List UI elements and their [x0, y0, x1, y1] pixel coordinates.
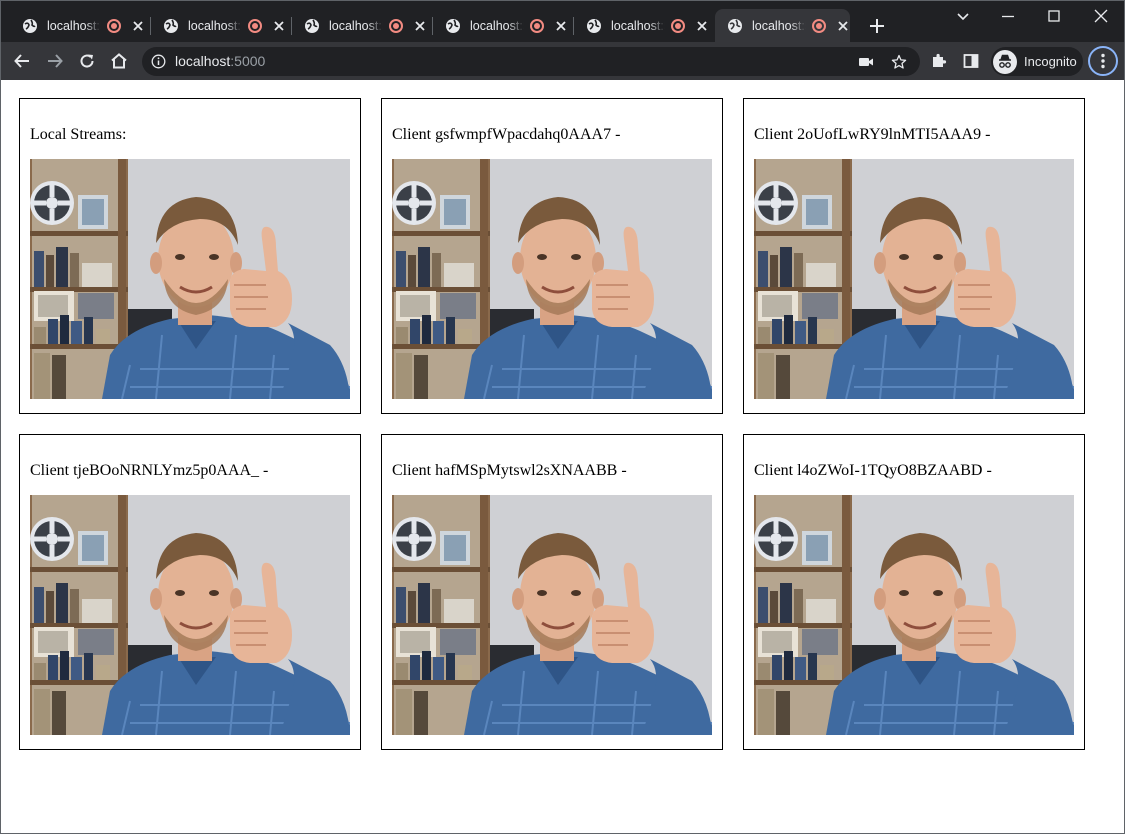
extensions-puzzle-icon[interactable]: [930, 52, 948, 70]
browser-tab[interactable]: localhost:5000: [574, 9, 709, 42]
local-stream-panel: Local Streams:: [19, 98, 361, 414]
webcam-frame-image: [754, 495, 1074, 735]
browser-toolbar: localhost:5000 Incognito: [0, 42, 1125, 80]
globe-icon: [587, 18, 601, 33]
kebab-menu-icon: [1101, 53, 1105, 69]
client-stream-panel: Client l4oZWoI-1TQyO8BZAABD -: [743, 434, 1085, 750]
globe-icon: [446, 18, 460, 33]
incognito-icon: [993, 49, 1017, 74]
reload-icon[interactable]: [78, 52, 96, 70]
tab-title: localhost:5000: [188, 18, 242, 33]
recording-indicator-icon: [389, 18, 403, 33]
tab-title: localhost:5000: [470, 18, 524, 33]
page-viewport: Local Streams: Client gsfwmpfWpacdahq0AA…: [1, 80, 1124, 833]
stream-label: Local Streams:: [30, 126, 127, 143]
tab-title: localhost:5000: [752, 18, 806, 33]
video-stream[interactable]: [392, 495, 712, 735]
url-port: :5000: [230, 53, 266, 69]
browser-menu-button[interactable]: [1088, 46, 1118, 76]
stream-label: Client 2oUofLwRY9lnMTI5AAA9 -: [754, 126, 991, 143]
address-url: localhost:5000: [175, 53, 265, 69]
browser-tab[interactable]: localhost:5000: [433, 9, 568, 42]
tab-title: localhost:5000: [611, 18, 665, 33]
new-tab-plus-icon[interactable]: [868, 17, 886, 35]
close-icon[interactable]: [836, 19, 850, 33]
tab-title: localhost:5000: [329, 18, 383, 33]
minimize-icon[interactable]: [1000, 8, 1016, 24]
close-icon[interactable]: [695, 19, 709, 33]
webcam-frame-image: [30, 495, 350, 735]
webcam-frame-image: [754, 159, 1074, 399]
window-close-icon[interactable]: [1093, 8, 1109, 24]
bookmark-star-icon[interactable]: [891, 54, 907, 70]
client-stream-panel: Client tjeBOoNRNLYmz5p0AAA_ -: [19, 434, 361, 750]
tab-search-chevron-down-icon[interactable]: [955, 8, 971, 24]
browser-tab-active[interactable]: localhost:5000: [715, 9, 850, 42]
recording-indicator-icon: [248, 18, 262, 33]
client-stream-panel: Client gsfwmpfWpacdahq0AAA7 -: [381, 98, 723, 414]
video-stream[interactable]: [30, 495, 350, 735]
home-icon[interactable]: [110, 52, 128, 70]
stream-label: Client hafMSpMytswl2sXNAABB -: [392, 462, 627, 479]
recording-indicator-icon: [812, 18, 826, 33]
webcam-frame-image: [392, 159, 712, 399]
globe-icon: [23, 18, 37, 33]
site-info-icon[interactable]: [151, 54, 166, 69]
globe-icon: [164, 18, 178, 33]
recording-indicator-icon: [530, 18, 544, 33]
video-stream[interactable]: [754, 495, 1074, 735]
forward-arrow-icon[interactable]: [46, 52, 64, 70]
globe-icon: [728, 18, 742, 33]
close-icon[interactable]: [131, 19, 145, 33]
recording-indicator-icon: [671, 18, 685, 33]
stream-label: Client tjeBOoNRNLYmz5p0AAA_ -: [30, 462, 269, 479]
tab-title: localhost:5000: [47, 18, 101, 33]
maximize-icon[interactable]: [1046, 8, 1062, 24]
incognito-label: Incognito: [1024, 54, 1077, 69]
browser-tab[interactable]: localhost:5000: [292, 9, 427, 42]
stream-label: Client gsfwmpfWpacdahq0AAA7 -: [392, 126, 621, 143]
browser-tab[interactable]: localhost:5000: [10, 9, 145, 42]
globe-icon: [305, 18, 319, 33]
incognito-profile-button[interactable]: Incognito: [991, 47, 1083, 76]
browser-tab-strip: localhost:5000 localhost:5000 localhost:…: [0, 0, 1125, 42]
recording-indicator-icon: [107, 18, 121, 33]
close-icon[interactable]: [554, 19, 568, 33]
close-icon[interactable]: [413, 19, 427, 33]
webcam-frame-image: [30, 159, 350, 399]
webcam-frame-image: [392, 495, 712, 735]
side-panel-icon[interactable]: [962, 52, 980, 70]
video-stream[interactable]: [30, 159, 350, 399]
browser-tab[interactable]: localhost:5000: [151, 9, 286, 42]
stream-label: Client l4oZWoI-1TQyO8BZAABD -: [754, 462, 992, 479]
camera-in-use-icon[interactable]: [858, 54, 874, 70]
address-bar[interactable]: localhost:5000: [142, 47, 920, 76]
url-host: localhost: [175, 53, 231, 69]
video-stream[interactable]: [392, 159, 712, 399]
close-icon[interactable]: [272, 19, 286, 33]
video-stream[interactable]: [754, 159, 1074, 399]
client-stream-panel: Client hafMSpMytswl2sXNAABB -: [381, 434, 723, 750]
back-arrow-icon[interactable]: [13, 52, 31, 70]
client-stream-panel: Client 2oUofLwRY9lnMTI5AAA9 -: [743, 98, 1085, 414]
